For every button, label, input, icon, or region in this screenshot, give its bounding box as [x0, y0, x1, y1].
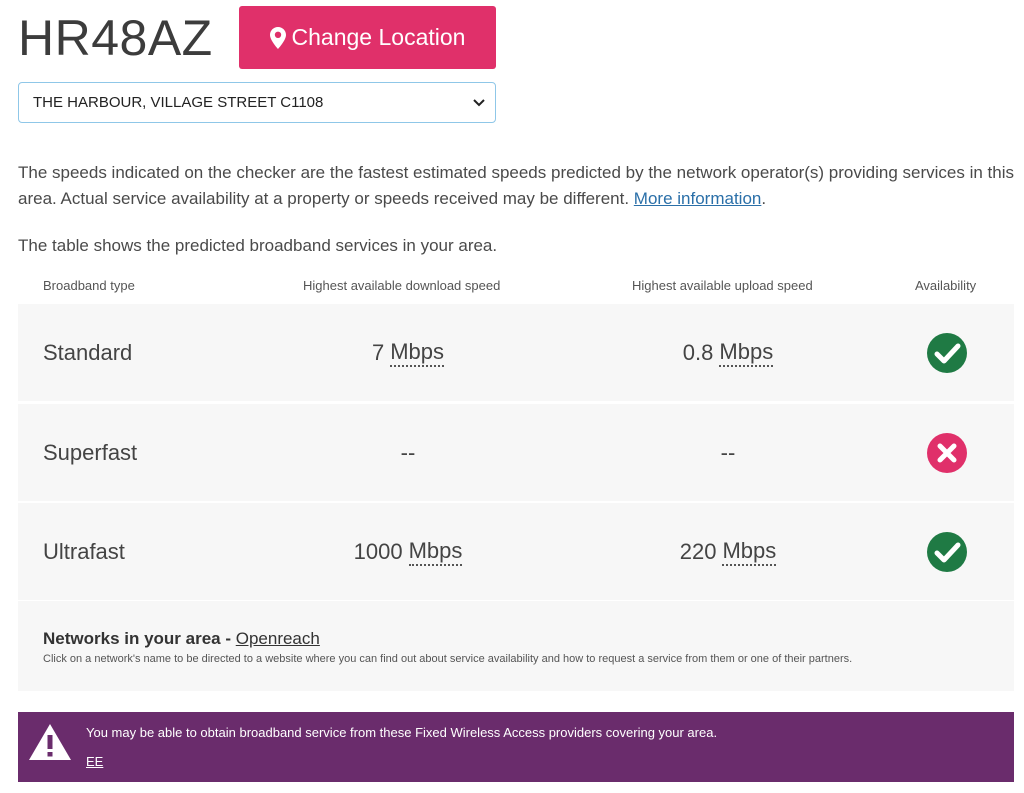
download-speed: 7 Mbps	[258, 304, 558, 401]
table-row: Standard 7 Mbps 0.8 Mbps	[18, 304, 1014, 401]
header-broadband-type: Broadband type	[43, 278, 135, 293]
map-marker-icon	[269, 26, 286, 49]
warning-icon	[29, 724, 71, 760]
upload-unit[interactable]: Mbps	[722, 538, 777, 566]
broadband-type: Standard	[43, 339, 133, 365]
table-intro: The table shows the predicted broadband …	[18, 236, 498, 255]
info-text: The speeds indicated on the checker are …	[18, 163, 1014, 208]
download-unit[interactable]: Mbps	[408, 538, 463, 566]
table-header: Broadband type Highest available downloa…	[18, 270, 1014, 302]
change-location-button[interactable]: Change Location	[239, 6, 496, 69]
upload-speed: 0.8 Mbps	[578, 304, 878, 401]
cross-circle-icon	[927, 433, 967, 473]
fwa-banner: You may be able to obtain broadband serv…	[18, 712, 1014, 782]
postcode-title: HR48AZ	[18, 10, 213, 66]
header-download-speed: Highest available download speed	[303, 278, 501, 293]
download-unit[interactable]: Mbps	[390, 339, 445, 367]
broadband-type: Ultrafast	[43, 538, 125, 564]
download-value: 7	[371, 339, 385, 365]
check-circle-icon	[927, 532, 967, 572]
upload-speed: 220 Mbps	[578, 503, 878, 600]
networks-title-text: Networks in your area	[43, 629, 221, 648]
chevron-down-icon	[473, 98, 485, 106]
networks-separator: -	[220, 629, 236, 648]
download-speed: --	[400, 439, 416, 465]
upload-value: 220	[679, 538, 717, 564]
networks-subtext: Click on a network's name to be directed…	[43, 653, 853, 665]
table-row: Ultrafast 1000 Mbps 220 Mbps	[18, 503, 1014, 600]
info-paragraph: The speeds indicated on the checker are …	[18, 160, 1018, 212]
fwa-message: You may be able to obtain broadband serv…	[86, 725, 718, 740]
info-suffix: .	[761, 189, 767, 208]
upload-unit[interactable]: Mbps	[719, 339, 774, 367]
address-select-value: THE HARBOUR, VILLAGE STREET C1108	[33, 94, 324, 111]
download-speed: 1000 Mbps	[258, 503, 558, 600]
networks-panel: Networks in your area - Openreach Click …	[18, 601, 1014, 691]
networks-title: Networks in your area - Openreach	[43, 629, 320, 649]
header-availability: Availability	[915, 278, 977, 293]
table-row: Superfast -- --	[18, 404, 1014, 501]
ee-link[interactable]: EE	[86, 754, 103, 769]
change-location-label: Change Location	[291, 24, 466, 50]
openreach-link[interactable]: Openreach	[236, 629, 320, 648]
header-upload-speed: Highest available upload speed	[632, 278, 813, 293]
check-circle-icon	[927, 333, 967, 373]
upload-value: 0.8	[682, 339, 714, 365]
download-value: 1000	[353, 538, 403, 564]
upload-speed: --	[720, 439, 736, 465]
more-information-link[interactable]: More information	[634, 189, 762, 208]
broadband-type: Superfast	[43, 439, 138, 465]
address-select[interactable]: THE HARBOUR, VILLAGE STREET C1108	[18, 82, 496, 123]
